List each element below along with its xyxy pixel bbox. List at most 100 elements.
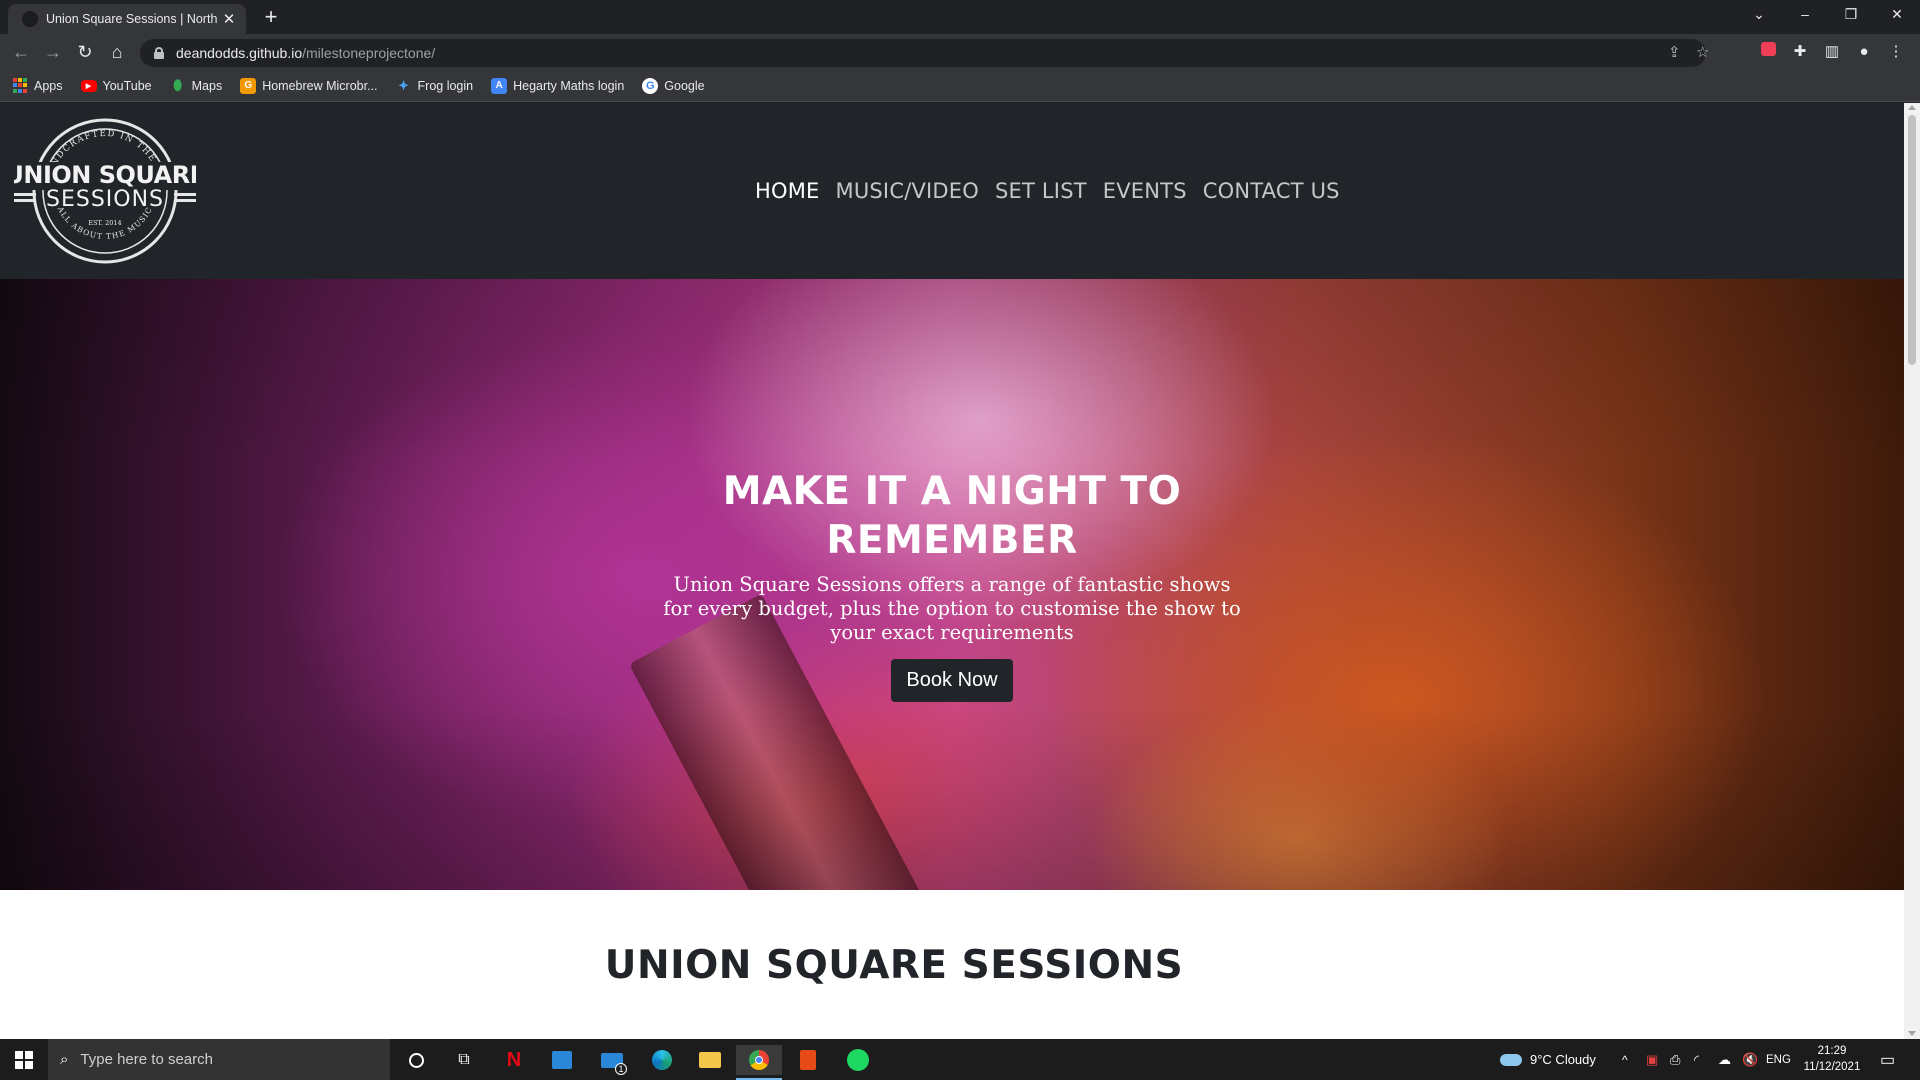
office-icon[interactable] — [793, 1045, 823, 1075]
logo-line2: SESSIONS — [46, 187, 164, 212]
bookmark-label: Google — [664, 78, 705, 93]
bookmark-label: Hegarty Maths login — [513, 78, 625, 93]
onedrive-icon[interactable]: ☁ — [1718, 1039, 1731, 1080]
frog-icon: ✦ — [398, 77, 409, 93]
logo-line1: UNION SQUARE — [14, 161, 196, 189]
cortana-icon[interactable] — [401, 1045, 431, 1075]
mail-badge: 1 — [615, 1063, 627, 1075]
book-now-button[interactable]: Book Now — [891, 659, 1013, 702]
home-icon[interactable]: ⌂ — [104, 39, 130, 65]
security-tray-icon[interactable]: ▣ — [1646, 1039, 1658, 1080]
page-viewport: HANDCRAFTED IN THE UK ALL ABOUT THE MUSI… — [0, 103, 1904, 1039]
profile-avatar-icon[interactable]: ● — [1854, 42, 1874, 62]
tab-search-icon[interactable]: ⌄ — [1736, 0, 1782, 30]
spotify-icon[interactable] — [843, 1045, 873, 1075]
share-icon[interactable]: ⇪ — [1668, 44, 1681, 62]
url-host: deandodds.github.io — [176, 45, 303, 61]
bookmarks-bar: Apps ▶ YouTube ⬮ Maps G Homebrew Microbr… — [0, 70, 1920, 102]
minimize-button[interactable]: – — [1782, 0, 1828, 30]
nav-contact-us[interactable]: CONTACT US — [1203, 179, 1340, 203]
hero-title: MAKE IT A NIGHT TO REMEMBER — [660, 467, 1244, 565]
cloud-icon — [1500, 1053, 1522, 1066]
windows-logo-icon — [15, 1050, 33, 1069]
meet-now-icon[interactable]: ⎙ — [1670, 1039, 1680, 1080]
hegarty-icon: A — [491, 77, 508, 94]
bookmark-label: Homebrew Microbr... — [262, 78, 378, 93]
bookmark-star-icon[interactable]: ☆ — [1696, 44, 1709, 62]
scroll-down-icon[interactable] — [1908, 1031, 1916, 1036]
reload-icon[interactable]: ↻ — [72, 39, 98, 65]
hero-subtitle: Union Square Sessions offers a range of … — [663, 573, 1241, 644]
scrollbar-thumb[interactable] — [1908, 115, 1916, 365]
edge-icon[interactable] — [647, 1045, 677, 1075]
maps-pin-icon: ⬮ — [173, 77, 183, 93]
new-tab-button[interactable]: + — [258, 4, 284, 30]
store-icon[interactable] — [547, 1045, 577, 1075]
scroll-up-icon[interactable] — [1908, 105, 1916, 110]
close-window-button[interactable]: ✕ — [1874, 0, 1920, 30]
file-explorer-icon[interactable] — [695, 1045, 725, 1075]
bookmark-label: YouTube — [102, 78, 152, 93]
extensions-puzzle-icon[interactable]: ✚ — [1790, 42, 1810, 62]
task-view-icon[interactable]: ⧉ — [449, 1045, 479, 1075]
search-placeholder: Type here to search — [80, 1051, 213, 1068]
mail-icon[interactable]: 1 — [597, 1045, 627, 1075]
hero-banner: MAKE IT A NIGHT TO REMEMBER Union Square… — [0, 279, 1904, 890]
bookmark-label: Apps — [34, 78, 63, 93]
url-path: /milestoneprojectone/ — [302, 45, 436, 61]
bookmark-apps[interactable]: Apps — [12, 77, 63, 94]
bookmark-google[interactable]: G Google — [642, 77, 705, 94]
taskbar-search[interactable]: ⌕ Type here to search — [48, 1039, 390, 1080]
section-title: UNION SQUARE SESSIONS — [604, 943, 1184, 988]
bookmark-youtube[interactable]: ▶ YouTube — [80, 78, 152, 93]
language-indicator[interactable]: ENG — [1766, 1039, 1791, 1080]
tab-title: Union Square Sessions | North Ea — [46, 12, 220, 26]
weather-text: 9°C Cloudy — [1530, 1052, 1596, 1067]
clock-date: 11/12/2021 — [1803, 1061, 1861, 1073]
bookmark-hegarty[interactable]: A Hegarty Maths login — [491, 77, 625, 94]
site-logo[interactable]: HANDCRAFTED IN THE UK ALL ABOUT THE MUSI… — [14, 117, 196, 265]
nav-music-video[interactable]: MUSIC/VIDEO — [836, 179, 979, 203]
search-icon: ⌕ — [60, 1051, 69, 1068]
hero-content: MAKE IT A NIGHT TO REMEMBER Union Square… — [660, 467, 1244, 702]
browser-tab[interactable]: Union Square Sessions | North Ea ✕ — [8, 4, 246, 34]
clock-time: 21:29 — [1817, 1045, 1847, 1057]
bookmark-label: Maps — [191, 78, 223, 93]
apps-grid-icon — [12, 77, 28, 94]
start-button[interactable] — [0, 1039, 48, 1080]
weather-widget[interactable]: 9°C Cloudy — [1500, 1039, 1596, 1080]
notifications-icon[interactable]: ▭ — [1880, 1039, 1895, 1080]
nav-home[interactable]: HOME — [755, 179, 820, 203]
wifi-icon[interactable]: ◜ — [1694, 1039, 1699, 1080]
tab-favicon-icon — [22, 11, 38, 27]
main-nav: HOME MUSIC/VIDEO SET LIST EVENTS CONTACT… — [755, 179, 1356, 203]
lock-icon[interactable] — [154, 47, 164, 59]
nav-events[interactable]: EVENTS — [1103, 179, 1187, 203]
taskbar: ⌕ Type here to search ⧉ N 1 9°C Cloudy ^… — [0, 1039, 1920, 1080]
system-clock[interactable]: 21:29 11/12/2021 — [1792, 1043, 1872, 1075]
page-scrollbar[interactable] — [1904, 103, 1920, 1039]
menu-kebab-icon[interactable]: ⋮ — [1886, 42, 1906, 62]
homebrew-g-icon: G — [240, 77, 257, 94]
bookmark-frog[interactable]: ✦ Frog login — [396, 77, 474, 94]
tab-strip: Union Square Sessions | North Ea ✕ + ⌄ –… — [0, 0, 1920, 34]
volume-muted-icon[interactable]: 🔇 — [1742, 1039, 1758, 1080]
address-bar[interactable]: deandodds.github.io/milestoneprojectone/… — [140, 39, 1709, 67]
forward-arrow-icon[interactable]: → — [40, 39, 66, 65]
bookmark-maps[interactable]: ⬮ Maps — [170, 77, 223, 94]
tray-overflow-icon[interactable]: ^ — [1622, 1039, 1628, 1080]
hero-title-line2: REMEMBER — [826, 518, 1078, 563]
netflix-icon[interactable]: N — [499, 1045, 529, 1075]
site-header: HANDCRAFTED IN THE UK ALL ABOUT THE MUSI… — [0, 103, 1904, 279]
tab-close-icon[interactable]: ✕ — [220, 10, 238, 28]
hero-title-line1: MAKE IT A NIGHT TO — [722, 469, 1182, 514]
back-arrow-icon[interactable]: ← — [8, 39, 34, 65]
bookmark-label: Frog login — [417, 78, 474, 93]
bookmark-homebrew[interactable]: G Homebrew Microbr... — [240, 77, 378, 94]
side-panel-icon[interactable]: ▥ — [1822, 42, 1842, 62]
restore-button[interactable]: ❐ — [1828, 0, 1874, 30]
nav-set-list[interactable]: SET LIST — [995, 179, 1087, 203]
youtube-icon: ▶ — [80, 79, 97, 92]
chrome-taskbar-icon[interactable] — [736, 1045, 782, 1075]
pocket-extension-icon[interactable] — [1758, 42, 1778, 62]
